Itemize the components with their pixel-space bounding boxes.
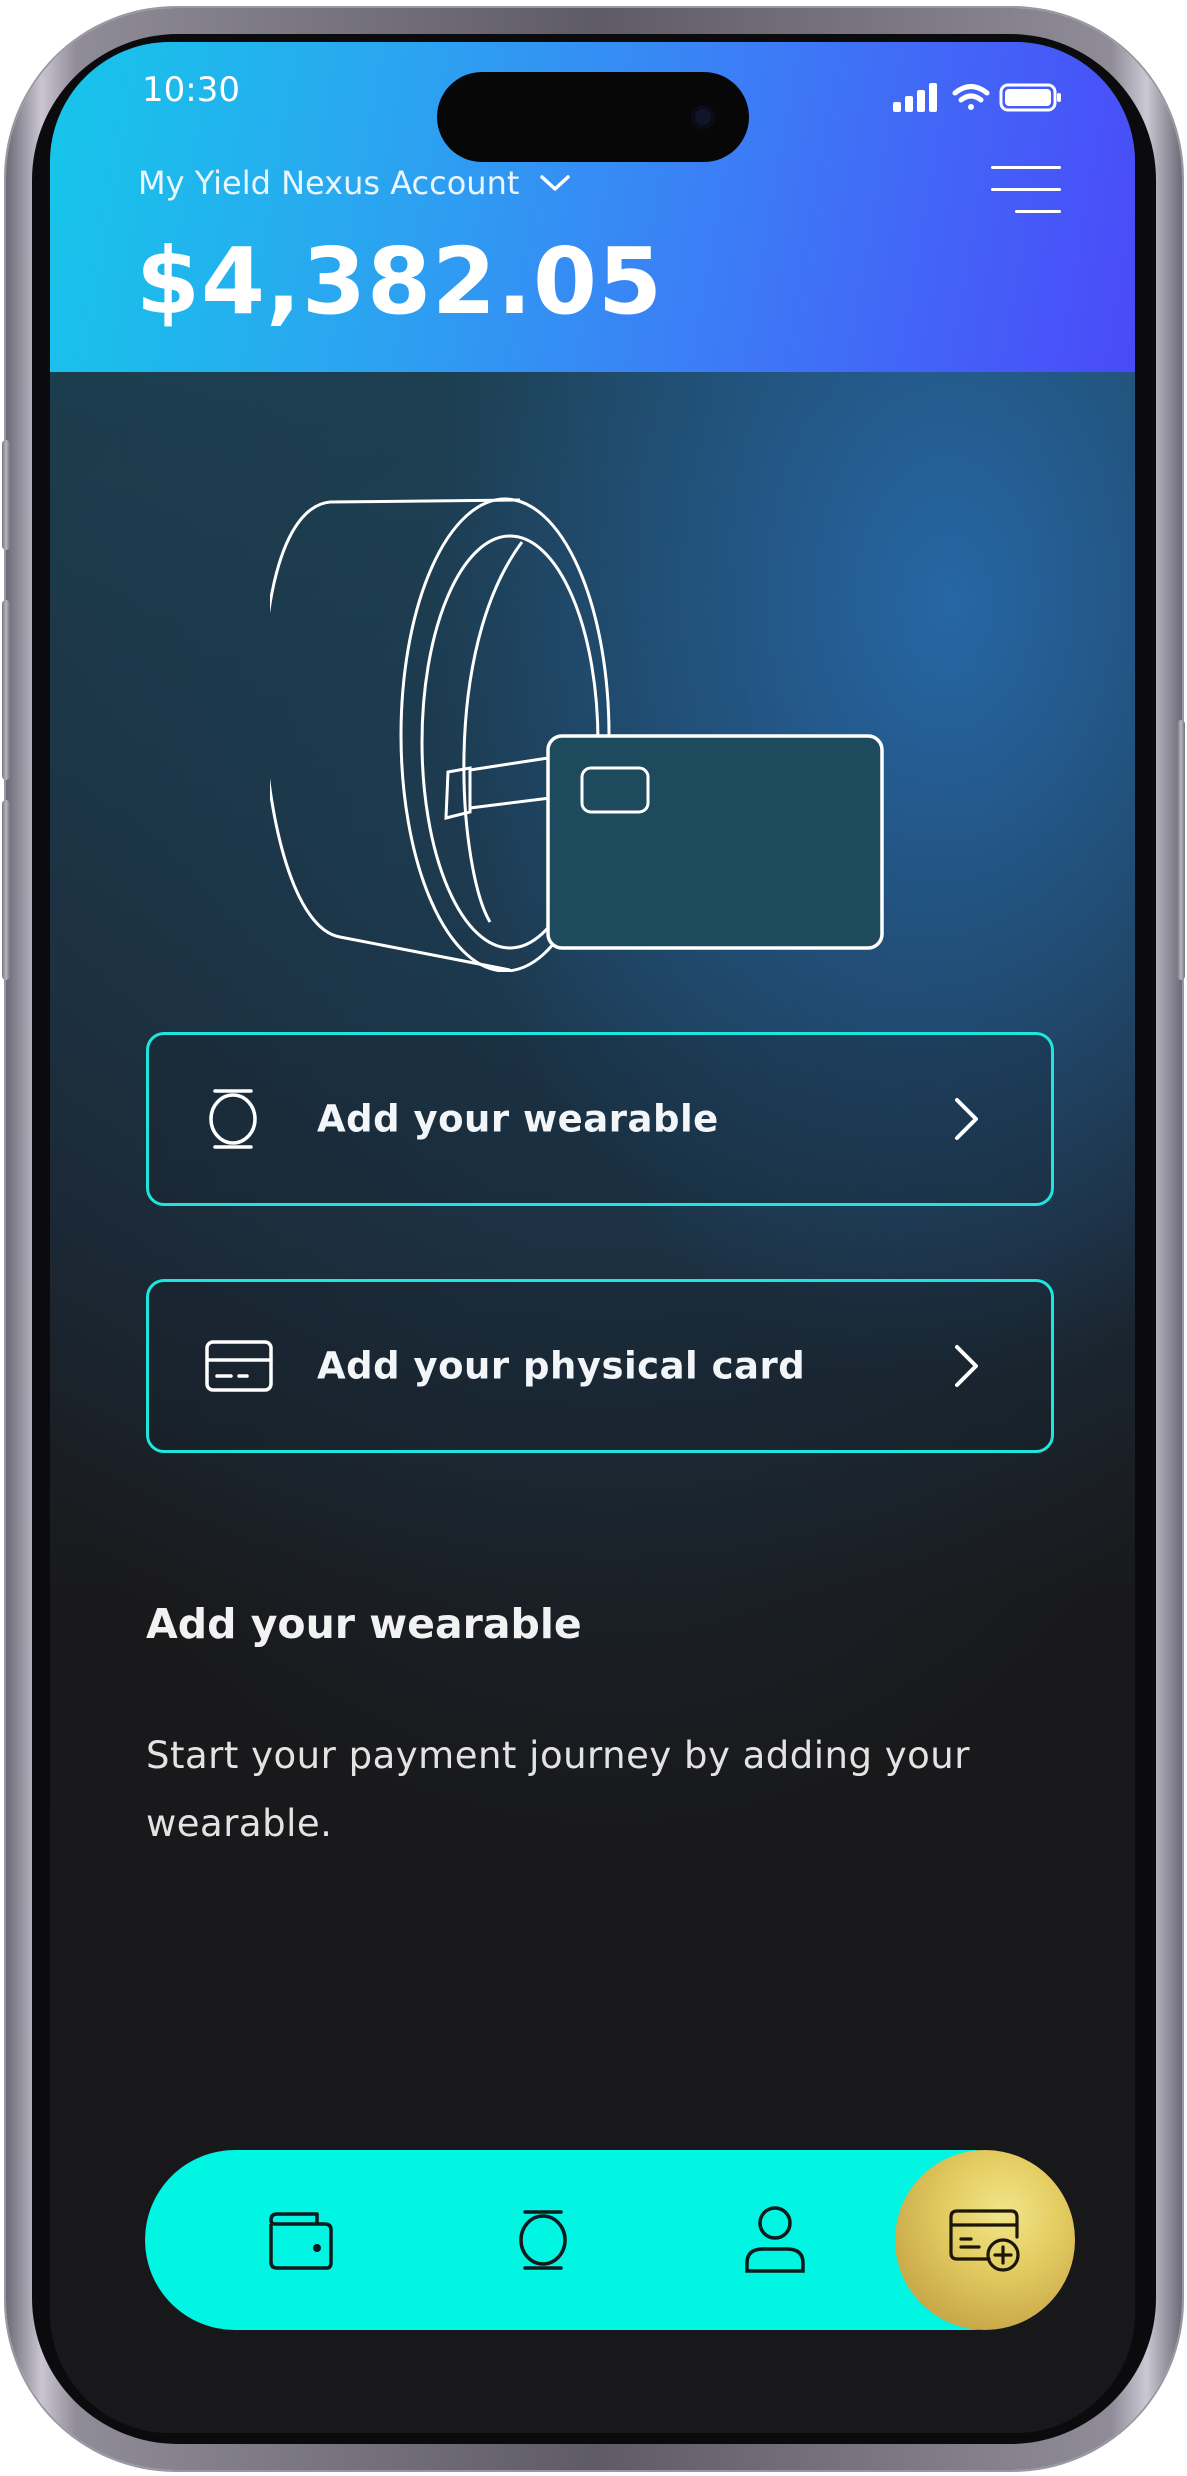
menu-line-3 (1015, 210, 1061, 213)
ring-icon (209, 1089, 257, 1149)
menu-button[interactable] (991, 160, 1061, 220)
header: 10:30 My Yield Nexus Account $4,382.05 (50, 42, 1135, 372)
ring-inner-shadow (462, 541, 524, 923)
wearable-card-illustration (270, 497, 884, 972)
user-icon (745, 2206, 805, 2273)
account-selector[interactable]: My Yield Nexus Account (138, 160, 571, 206)
status-time: 10:30 (142, 70, 240, 110)
wifi-icon (952, 84, 990, 110)
chevron-right-icon (955, 1098, 978, 1140)
account-label: My Yield Nexus Account (138, 164, 520, 202)
bottom-nav (145, 2150, 1075, 2330)
wallet-icon (269, 2212, 333, 2270)
ring-outer-band (270, 500, 511, 972)
menu-line-2 (991, 188, 1061, 191)
battery-icon (999, 83, 1061, 112)
side-button-left-top (2, 440, 10, 550)
option-label: Add your wearable (317, 1097, 719, 1141)
add-physical-card-option[interactable]: Add your physical card (146, 1279, 1054, 1453)
nav-profile[interactable] (685, 2150, 865, 2330)
nav-wallet[interactable] (210, 2150, 390, 2330)
side-button-left-bottom (2, 800, 10, 980)
card-icon (205, 1340, 273, 1392)
side-button-right (1177, 720, 1185, 980)
info-title: Add your wearable (146, 1600, 582, 1648)
add-wearable-option[interactable]: Add your wearable (146, 1032, 1054, 1206)
ring-icon (519, 2210, 567, 2270)
nav-wearable[interactable] (453, 2150, 633, 2330)
signal-icon (893, 83, 937, 112)
add-card-icon (949, 2209, 1020, 2272)
chevron-down-icon (540, 175, 571, 191)
camera-icon (691, 105, 715, 129)
dynamic-island (437, 72, 749, 162)
option-label: Add your physical card (317, 1344, 806, 1388)
nav-add-card[interactable] (895, 2150, 1075, 2330)
menu-line-1 (991, 166, 1061, 169)
status-icons (893, 83, 1061, 112)
account-balance: $4,382.05 (136, 228, 663, 335)
app-screen: 10:30 My Yield Nexus Account $4,382.05 A… (50, 42, 1135, 2433)
side-button-left-mid (2, 600, 10, 780)
chevron-right-icon (955, 1345, 978, 1387)
nav-add-card-inner (895, 2150, 1075, 2330)
screen-background (50, 42, 1135, 2433)
info-description: Start your payment journey by adding you… (146, 1734, 970, 1845)
